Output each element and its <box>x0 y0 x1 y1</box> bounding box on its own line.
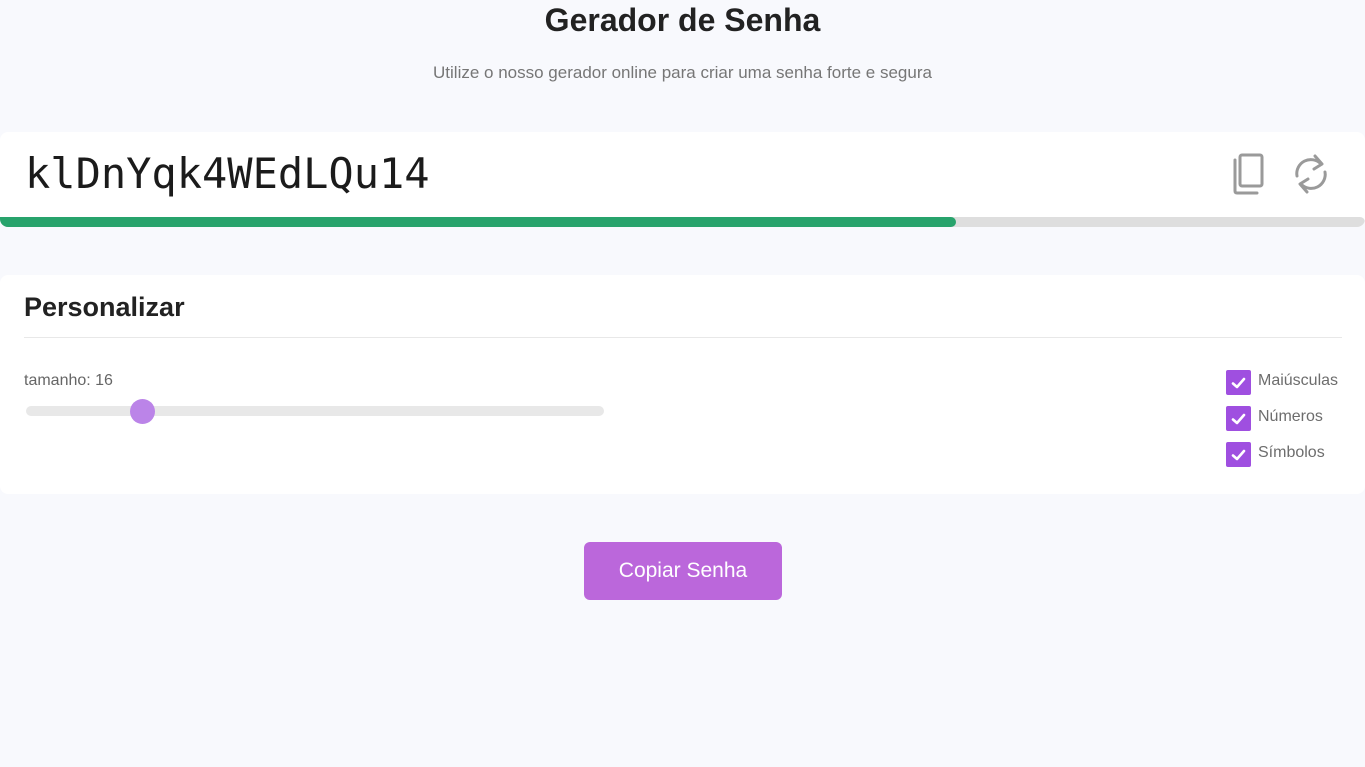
check-icon <box>1231 449 1246 460</box>
options-list: Maiúsculas Números Símbolos <box>1226 370 1338 478</box>
size-slider-thumb[interactable] <box>129 399 155 424</box>
page: Gerador de Senha Utilize o nosso gerador… <box>0 0 1365 767</box>
customize-title: Personalizar <box>24 292 185 322</box>
check-icon <box>1231 413 1246 424</box>
password-display[interactable]: klDnYqk4WEdLQu14 <box>25 149 430 198</box>
copy-icon[interactable] <box>1227 152 1267 196</box>
password-card: klDnYqk4WEdLQu14 <box>0 132 1365 227</box>
option-numbers[interactable]: Números <box>1226 406 1338 431</box>
numbers-checkbox[interactable] <box>1226 406 1251 431</box>
size-label: tamanho: 16 <box>24 372 113 389</box>
strength-bar-fill <box>0 217 956 227</box>
uppercase-label: Maiúsculas <box>1258 371 1339 389</box>
refresh-icon-graphic <box>1295 154 1327 194</box>
uppercase-checkbox[interactable] <box>1226 370 1251 395</box>
numbers-label: Números <box>1258 407 1323 425</box>
size-slider[interactable] <box>26 399 604 424</box>
refresh-icon[interactable] <box>1291 152 1331 196</box>
customize-card: Personalizar tamanho: 16 Maiúsculas Núme… <box>0 275 1365 494</box>
strength-bar <box>0 217 1365 227</box>
divider <box>24 337 1342 338</box>
symbols-label: Símbolos <box>1258 443 1325 461</box>
page-subtitle: Utilize o nosso gerador online para cria… <box>433 63 932 82</box>
symbols-checkbox[interactable] <box>1226 442 1251 467</box>
option-symbols[interactable]: Símbolos <box>1226 442 1338 467</box>
copy-password-button[interactable]: Copiar Senha <box>584 542 782 600</box>
copy-icon-graphic <box>1233 153 1264 195</box>
check-icon <box>1231 377 1246 388</box>
page-title: Gerador de Senha <box>544 2 821 38</box>
option-uppercase[interactable]: Maiúsculas <box>1226 370 1338 395</box>
